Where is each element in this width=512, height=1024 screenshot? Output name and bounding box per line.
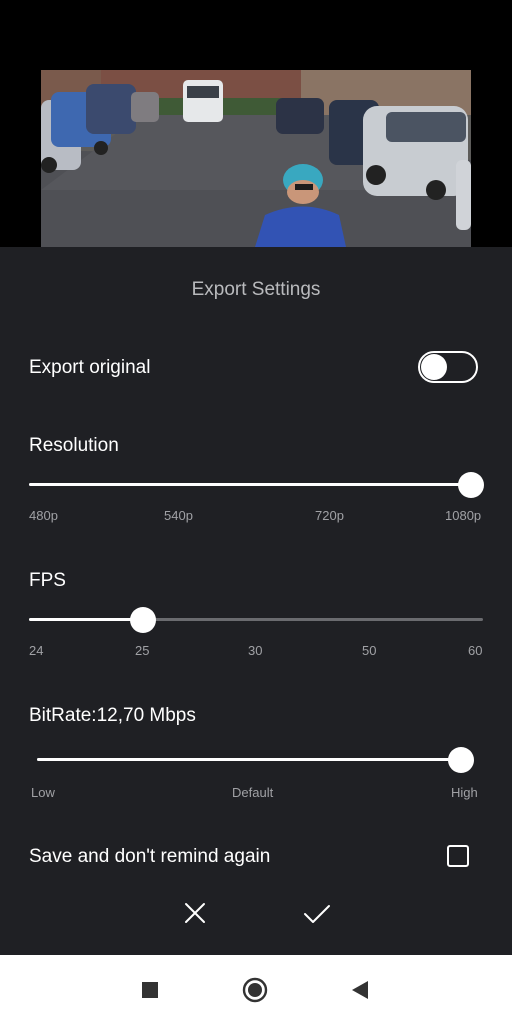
fps-tick-60: 60 <box>468 643 483 658</box>
check-icon <box>304 905 330 923</box>
bitrate-slider[interactable] <box>37 747 474 773</box>
remember-label: Save and don't remind again <box>29 846 271 867</box>
bitrate-slider-thumb[interactable] <box>448 747 474 773</box>
home-button[interactable] <box>242 977 268 1003</box>
fps-label: FPS <box>29 570 66 591</box>
export-settings-sheet: Export Settings Export original Resoluti… <box>0 247 512 955</box>
home-circle-icon <box>242 977 268 1003</box>
close-icon <box>185 903 205 923</box>
fps-tick-50: 50 <box>362 643 377 658</box>
export-original-label: Export original <box>29 357 151 378</box>
resolution-label: Resolution <box>29 435 119 456</box>
fps-slider[interactable] <box>29 607 483 633</box>
recents-button[interactable] <box>137 977 163 1003</box>
bitrate-label: BitRate:12,70 Mbps <box>29 705 196 726</box>
bitrate-tick-high: High <box>451 785 478 800</box>
resolution-tick-540p: 540p <box>164 508 193 523</box>
resolution-slider-fill <box>29 483 471 486</box>
system-navigation-bar <box>0 955 512 1024</box>
cancel-button[interactable] <box>179 897 211 929</box>
bitrate-tick-default: Default <box>232 785 274 800</box>
resolution-tick-720p: 720p <box>315 508 344 523</box>
resolution-tick-1080p: 1080p <box>445 508 482 523</box>
fps-slider-fill <box>29 618 143 621</box>
resolution-tick-480p: 480p <box>29 508 58 523</box>
remember-checkbox[interactable] <box>447 845 469 867</box>
video-preview <box>0 0 512 247</box>
back-triangle-icon <box>352 981 368 999</box>
fps-tick-30: 30 <box>248 643 263 658</box>
resolution-slider-thumb[interactable] <box>458 472 484 498</box>
fps-slider-thumb[interactable] <box>129 607 156 633</box>
bitrate-slider-fill <box>37 758 461 761</box>
recents-square-icon <box>142 982 158 998</box>
export-original-toggle[interactable] <box>418 351 478 383</box>
bitrate-tick-low: Low <box>31 785 55 800</box>
fps-tick-24: 24 <box>29 643 44 658</box>
back-button[interactable] <box>347 977 373 1003</box>
resolution-slider[interactable] <box>29 472 484 498</box>
toggle-knob <box>421 354 447 380</box>
fps-tick-25: 25 <box>135 643 150 658</box>
confirm-button[interactable] <box>301 897 333 929</box>
dialog-title: Export Settings <box>191 279 321 300</box>
video-frame <box>41 70 471 247</box>
